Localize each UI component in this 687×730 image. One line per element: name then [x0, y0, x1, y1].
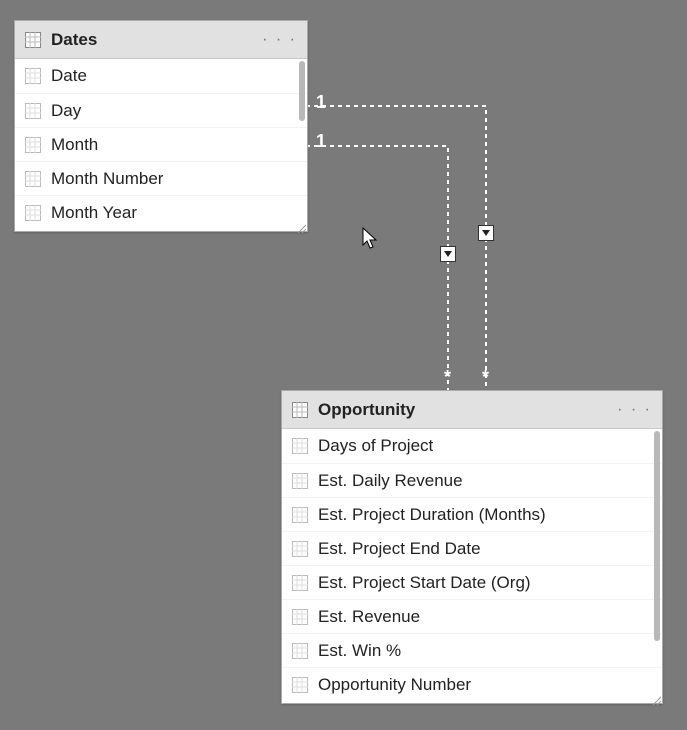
- table-title: Dates: [51, 30, 262, 50]
- more-icon[interactable]: · · ·: [262, 31, 297, 49]
- cardinality-one-b: 1: [316, 131, 326, 152]
- column-icon: [25, 68, 41, 84]
- cardinality-one-a: 1: [316, 92, 326, 113]
- column-icon: [25, 103, 41, 119]
- resize-grip[interactable]: [651, 692, 661, 702]
- column-icon: [292, 541, 308, 557]
- field-row[interactable]: Opportunity Number: [282, 667, 662, 701]
- field-label: Est. Project Start Date (Org): [318, 573, 531, 593]
- field-label: Est. Revenue: [318, 607, 420, 627]
- field-row[interactable]: Est. Revenue: [282, 599, 662, 633]
- column-icon: [292, 677, 308, 693]
- filter-direction-arrow-a[interactable]: [478, 225, 494, 241]
- cursor-icon: [362, 227, 380, 251]
- column-icon: [292, 507, 308, 523]
- table-header-dates[interactable]: Dates · · ·: [15, 21, 307, 59]
- field-label: Est. Project End Date: [318, 539, 481, 559]
- table-icon: [292, 402, 308, 418]
- table-dates[interactable]: Dates · · · Date Day Month Month Number Mont…: [14, 20, 308, 232]
- column-icon: [292, 438, 308, 454]
- column-icon: [292, 609, 308, 625]
- filter-direction-arrow-b[interactable]: [440, 246, 456, 262]
- field-label: Days of Project: [318, 436, 433, 456]
- field-label: Month: [51, 135, 98, 155]
- table-title: Opportunity: [318, 400, 617, 420]
- column-icon: [25, 137, 41, 153]
- column-icon: [292, 575, 308, 591]
- resize-grip[interactable]: [296, 220, 306, 230]
- field-row[interactable]: Est. Project Start Date (Org): [282, 565, 662, 599]
- field-label: Est. Daily Revenue: [318, 471, 463, 491]
- field-row[interactable]: Est. Win %: [282, 633, 662, 667]
- cardinality-many-a: *: [482, 367, 489, 388]
- field-row[interactable]: Date: [15, 59, 307, 93]
- field-label: Est. Win %: [318, 641, 401, 661]
- field-row[interactable]: Day: [15, 93, 307, 127]
- field-row[interactable]: Est. Daily Revenue: [282, 463, 662, 497]
- field-row[interactable]: Est. Project Duration (Months): [282, 497, 662, 531]
- field-label: Est. Project Duration (Months): [318, 505, 546, 525]
- field-row[interactable]: Est. Project End Date: [282, 531, 662, 565]
- field-label: Date: [51, 66, 87, 86]
- scrollbar[interactable]: [299, 61, 305, 121]
- field-label: Month Year: [51, 203, 137, 223]
- more-icon[interactable]: · · ·: [617, 401, 652, 419]
- column-icon: [25, 171, 41, 187]
- table-opportunity[interactable]: Opportunity · · · Days of Project Est. Da…: [281, 390, 663, 704]
- table-icon: [25, 32, 41, 48]
- field-row[interactable]: Month Number: [15, 161, 307, 195]
- column-icon: [292, 473, 308, 489]
- field-row[interactable]: Days of Project: [282, 429, 662, 463]
- cardinality-many-b: *: [444, 367, 451, 388]
- field-row[interactable]: Month Year: [15, 195, 307, 229]
- field-list-dates[interactable]: Date Day Month Month Number Month Year: [15, 59, 307, 231]
- field-label: Day: [51, 101, 81, 121]
- field-list-opportunity[interactable]: Days of Project Est. Daily Revenue Est. Pr…: [282, 429, 662, 703]
- column-icon: [25, 205, 41, 221]
- field-row[interactable]: Month: [15, 127, 307, 161]
- scrollbar[interactable]: [654, 431, 660, 641]
- model-canvas[interactable]: 1 1 * * Dates · · · DateDayMonthMonth: [0, 0, 687, 730]
- column-icon: [292, 643, 308, 659]
- field-label: Opportunity Number: [318, 675, 471, 695]
- field-label: Month Number: [51, 169, 163, 189]
- table-header-opportunity[interactable]: Opportunity · · ·: [282, 391, 662, 429]
